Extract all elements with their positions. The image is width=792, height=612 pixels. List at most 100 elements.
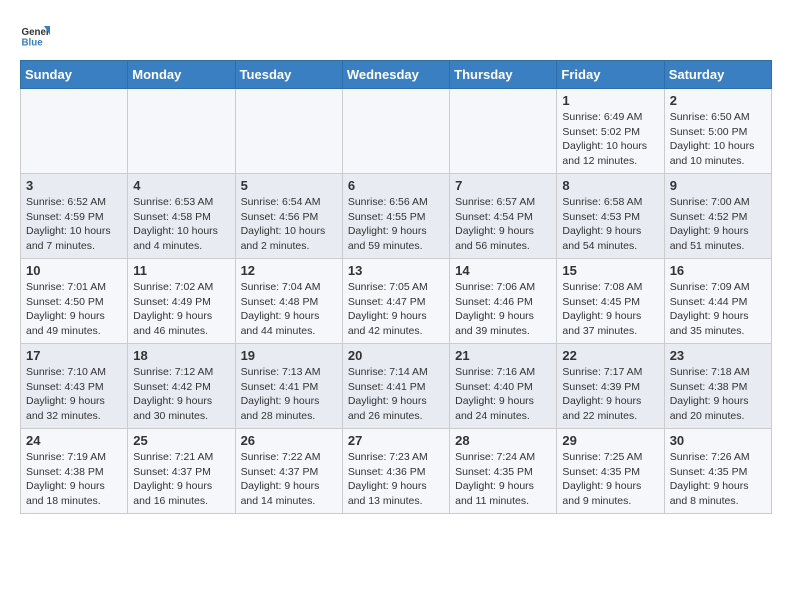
calendar-cell: 28 Sunrise: 7:24 AM Sunset: 4:35 PM Dayli… (450, 429, 557, 514)
calendar-cell: 29 Sunrise: 7:25 AM Sunset: 4:35 PM Dayli… (557, 429, 664, 514)
calendar-cell: 26Sunrise: 7:22 AM Sunset: 4:37 PM Dayli… (235, 429, 342, 514)
calendar-cell: 1 Sunrise: 6:49 AM Sunset: 5:02 PM Daylig… (557, 89, 664, 174)
calendar-body: 1 Sunrise: 6:49 AM Sunset: 5:02 PM Daylig… (21, 89, 772, 514)
day-number: 10 (26, 263, 122, 278)
day-number: 19 (241, 348, 337, 363)
calendar-week-row: 17 Sunrise: 7:10 AM Sunset: 4:43 PM Dayli… (21, 344, 772, 429)
page-header: General Blue (20, 20, 772, 50)
logo-icon: General Blue (20, 20, 50, 50)
day-number: 16 (670, 263, 766, 278)
day-info: Sunrise: 6:57 AM Sunset: 4:54 PM Dayligh… (455, 195, 551, 254)
calendar-cell: 17 Sunrise: 7:10 AM Sunset: 4:43 PM Dayli… (21, 344, 128, 429)
day-info: Sunrise: 7:24 AM Sunset: 4:35 PM Dayligh… (455, 450, 551, 509)
calendar-cell: 3 Sunrise: 6:52 AM Sunset: 4:59 PM Daylig… (21, 174, 128, 259)
svg-text:Blue: Blue (22, 38, 44, 49)
day-info: Sunrise: 7:21 AM Sunset: 4:37 PM Dayligh… (133, 450, 229, 509)
day-number: 9 (670, 178, 766, 193)
day-number: 14 (455, 263, 551, 278)
day-info: Sunrise: 7:08 AM Sunset: 4:45 PM Dayligh… (562, 280, 658, 339)
calendar-cell: 2Sunrise: 6:50 AM Sunset: 5:00 PM Daylig… (664, 89, 771, 174)
day-number: 29 (562, 433, 658, 448)
day-info: Sunrise: 7:06 AM Sunset: 4:46 PM Dayligh… (455, 280, 551, 339)
day-number: 28 (455, 433, 551, 448)
calendar-cell: 13Sunrise: 7:05 AM Sunset: 4:47 PM Dayli… (342, 259, 449, 344)
calendar-cell: 10 Sunrise: 7:01 AM Sunset: 4:50 PM Dayli… (21, 259, 128, 344)
day-info: Sunrise: 7:09 AM Sunset: 4:44 PM Dayligh… (670, 280, 766, 339)
day-number: 18 (133, 348, 229, 363)
day-number: 17 (26, 348, 122, 363)
calendar-cell: 21 Sunrise: 7:16 AM Sunset: 4:40 PM Dayli… (450, 344, 557, 429)
calendar-cell: 7 Sunrise: 6:57 AM Sunset: 4:54 PM Daylig… (450, 174, 557, 259)
day-info: Sunrise: 6:53 AM Sunset: 4:58 PM Dayligh… (133, 195, 229, 254)
day-info: Sunrise: 6:54 AM Sunset: 4:56 PM Dayligh… (241, 195, 337, 254)
day-info: Sunrise: 7:10 AM Sunset: 4:43 PM Dayligh… (26, 365, 122, 424)
weekday-header-wednesday: Wednesday (342, 61, 449, 89)
day-number: 8 (562, 178, 658, 193)
day-number: 1 (562, 93, 658, 108)
day-info: Sunrise: 7:13 AM Sunset: 4:41 PM Dayligh… (241, 365, 337, 424)
calendar-cell: 19 Sunrise: 7:13 AM Sunset: 4:41 PM Dayli… (235, 344, 342, 429)
day-number: 15 (562, 263, 658, 278)
day-number: 11 (133, 263, 229, 278)
day-number: 6 (348, 178, 444, 193)
day-info: Sunrise: 7:02 AM Sunset: 4:49 PM Dayligh… (133, 280, 229, 339)
weekday-header-row: SundayMondayTuesdayWednesdayThursdayFrid… (21, 61, 772, 89)
day-info: Sunrise: 7:25 AM Sunset: 4:35 PM Dayligh… (562, 450, 658, 509)
day-number: 20 (348, 348, 444, 363)
day-number: 24 (26, 433, 122, 448)
day-info: Sunrise: 6:52 AM Sunset: 4:59 PM Dayligh… (26, 195, 122, 254)
day-number: 23 (670, 348, 766, 363)
day-info: Sunrise: 7:00 AM Sunset: 4:52 PM Dayligh… (670, 195, 766, 254)
day-info: Sunrise: 7:16 AM Sunset: 4:40 PM Dayligh… (455, 365, 551, 424)
day-number: 21 (455, 348, 551, 363)
calendar-week-row: 3 Sunrise: 6:52 AM Sunset: 4:59 PM Daylig… (21, 174, 772, 259)
svg-text:General: General (22, 27, 51, 38)
day-number: 25 (133, 433, 229, 448)
calendar-cell: 14 Sunrise: 7:06 AM Sunset: 4:46 PM Dayli… (450, 259, 557, 344)
day-number: 12 (241, 263, 337, 278)
day-info: Sunrise: 7:26 AM Sunset: 4:35 PM Dayligh… (670, 450, 766, 509)
calendar-week-row: 24 Sunrise: 7:19 AM Sunset: 4:38 PM Dayli… (21, 429, 772, 514)
weekday-header-saturday: Saturday (664, 61, 771, 89)
day-info: Sunrise: 7:01 AM Sunset: 4:50 PM Dayligh… (26, 280, 122, 339)
day-info: Sunrise: 7:22 AM Sunset: 4:37 PM Dayligh… (241, 450, 337, 509)
calendar-cell: 23 Sunrise: 7:18 AM Sunset: 4:38 PM Dayli… (664, 344, 771, 429)
calendar-cell: 16 Sunrise: 7:09 AM Sunset: 4:44 PM Dayli… (664, 259, 771, 344)
day-info: Sunrise: 7:14 AM Sunset: 4:41 PM Dayligh… (348, 365, 444, 424)
calendar-cell: 6 Sunrise: 6:56 AM Sunset: 4:55 PM Daylig… (342, 174, 449, 259)
calendar-header: SundayMondayTuesdayWednesdayThursdayFrid… (21, 61, 772, 89)
day-info: Sunrise: 7:19 AM Sunset: 4:38 PM Dayligh… (26, 450, 122, 509)
calendar-cell: 24 Sunrise: 7:19 AM Sunset: 4:38 PM Dayli… (21, 429, 128, 514)
calendar-cell: 30Sunrise: 7:26 AM Sunset: 4:35 PM Dayli… (664, 429, 771, 514)
calendar-cell: 22Sunrise: 7:17 AM Sunset: 4:39 PM Dayli… (557, 344, 664, 429)
calendar-cell: 20 Sunrise: 7:14 AM Sunset: 4:41 PM Dayli… (342, 344, 449, 429)
calendar-cell: 25 Sunrise: 7:21 AM Sunset: 4:37 PM Dayli… (128, 429, 235, 514)
day-info: Sunrise: 6:58 AM Sunset: 4:53 PM Dayligh… (562, 195, 658, 254)
day-number: 4 (133, 178, 229, 193)
calendar-cell: 27 Sunrise: 7:23 AM Sunset: 4:36 PM Dayli… (342, 429, 449, 514)
calendar-cell (235, 89, 342, 174)
calendar-cell: 12Sunrise: 7:04 AM Sunset: 4:48 PM Dayli… (235, 259, 342, 344)
weekday-header-thursday: Thursday (450, 61, 557, 89)
calendar-week-row: 10 Sunrise: 7:01 AM Sunset: 4:50 PM Dayli… (21, 259, 772, 344)
day-number: 22 (562, 348, 658, 363)
weekday-header-sunday: Sunday (21, 61, 128, 89)
day-number: 7 (455, 178, 551, 193)
weekday-header-monday: Monday (128, 61, 235, 89)
day-number: 5 (241, 178, 337, 193)
calendar-cell: 4 Sunrise: 6:53 AM Sunset: 4:58 PM Daylig… (128, 174, 235, 259)
day-info: Sunrise: 7:18 AM Sunset: 4:38 PM Dayligh… (670, 365, 766, 424)
calendar-cell (128, 89, 235, 174)
calendar-cell: 8 Sunrise: 6:58 AM Sunset: 4:53 PM Daylig… (557, 174, 664, 259)
day-number: 3 (26, 178, 122, 193)
weekday-header-tuesday: Tuesday (235, 61, 342, 89)
weekday-header-friday: Friday (557, 61, 664, 89)
logo: General Blue (20, 20, 50, 50)
calendar-cell: 15 Sunrise: 7:08 AM Sunset: 4:45 PM Dayli… (557, 259, 664, 344)
day-info: Sunrise: 6:49 AM Sunset: 5:02 PM Dayligh… (562, 110, 658, 169)
calendar-cell: 5 Sunrise: 6:54 AM Sunset: 4:56 PM Daylig… (235, 174, 342, 259)
day-info: Sunrise: 6:56 AM Sunset: 4:55 PM Dayligh… (348, 195, 444, 254)
day-number: 27 (348, 433, 444, 448)
day-info: Sunrise: 7:23 AM Sunset: 4:36 PM Dayligh… (348, 450, 444, 509)
day-info: Sunrise: 6:50 AM Sunset: 5:00 PM Dayligh… (670, 110, 766, 169)
